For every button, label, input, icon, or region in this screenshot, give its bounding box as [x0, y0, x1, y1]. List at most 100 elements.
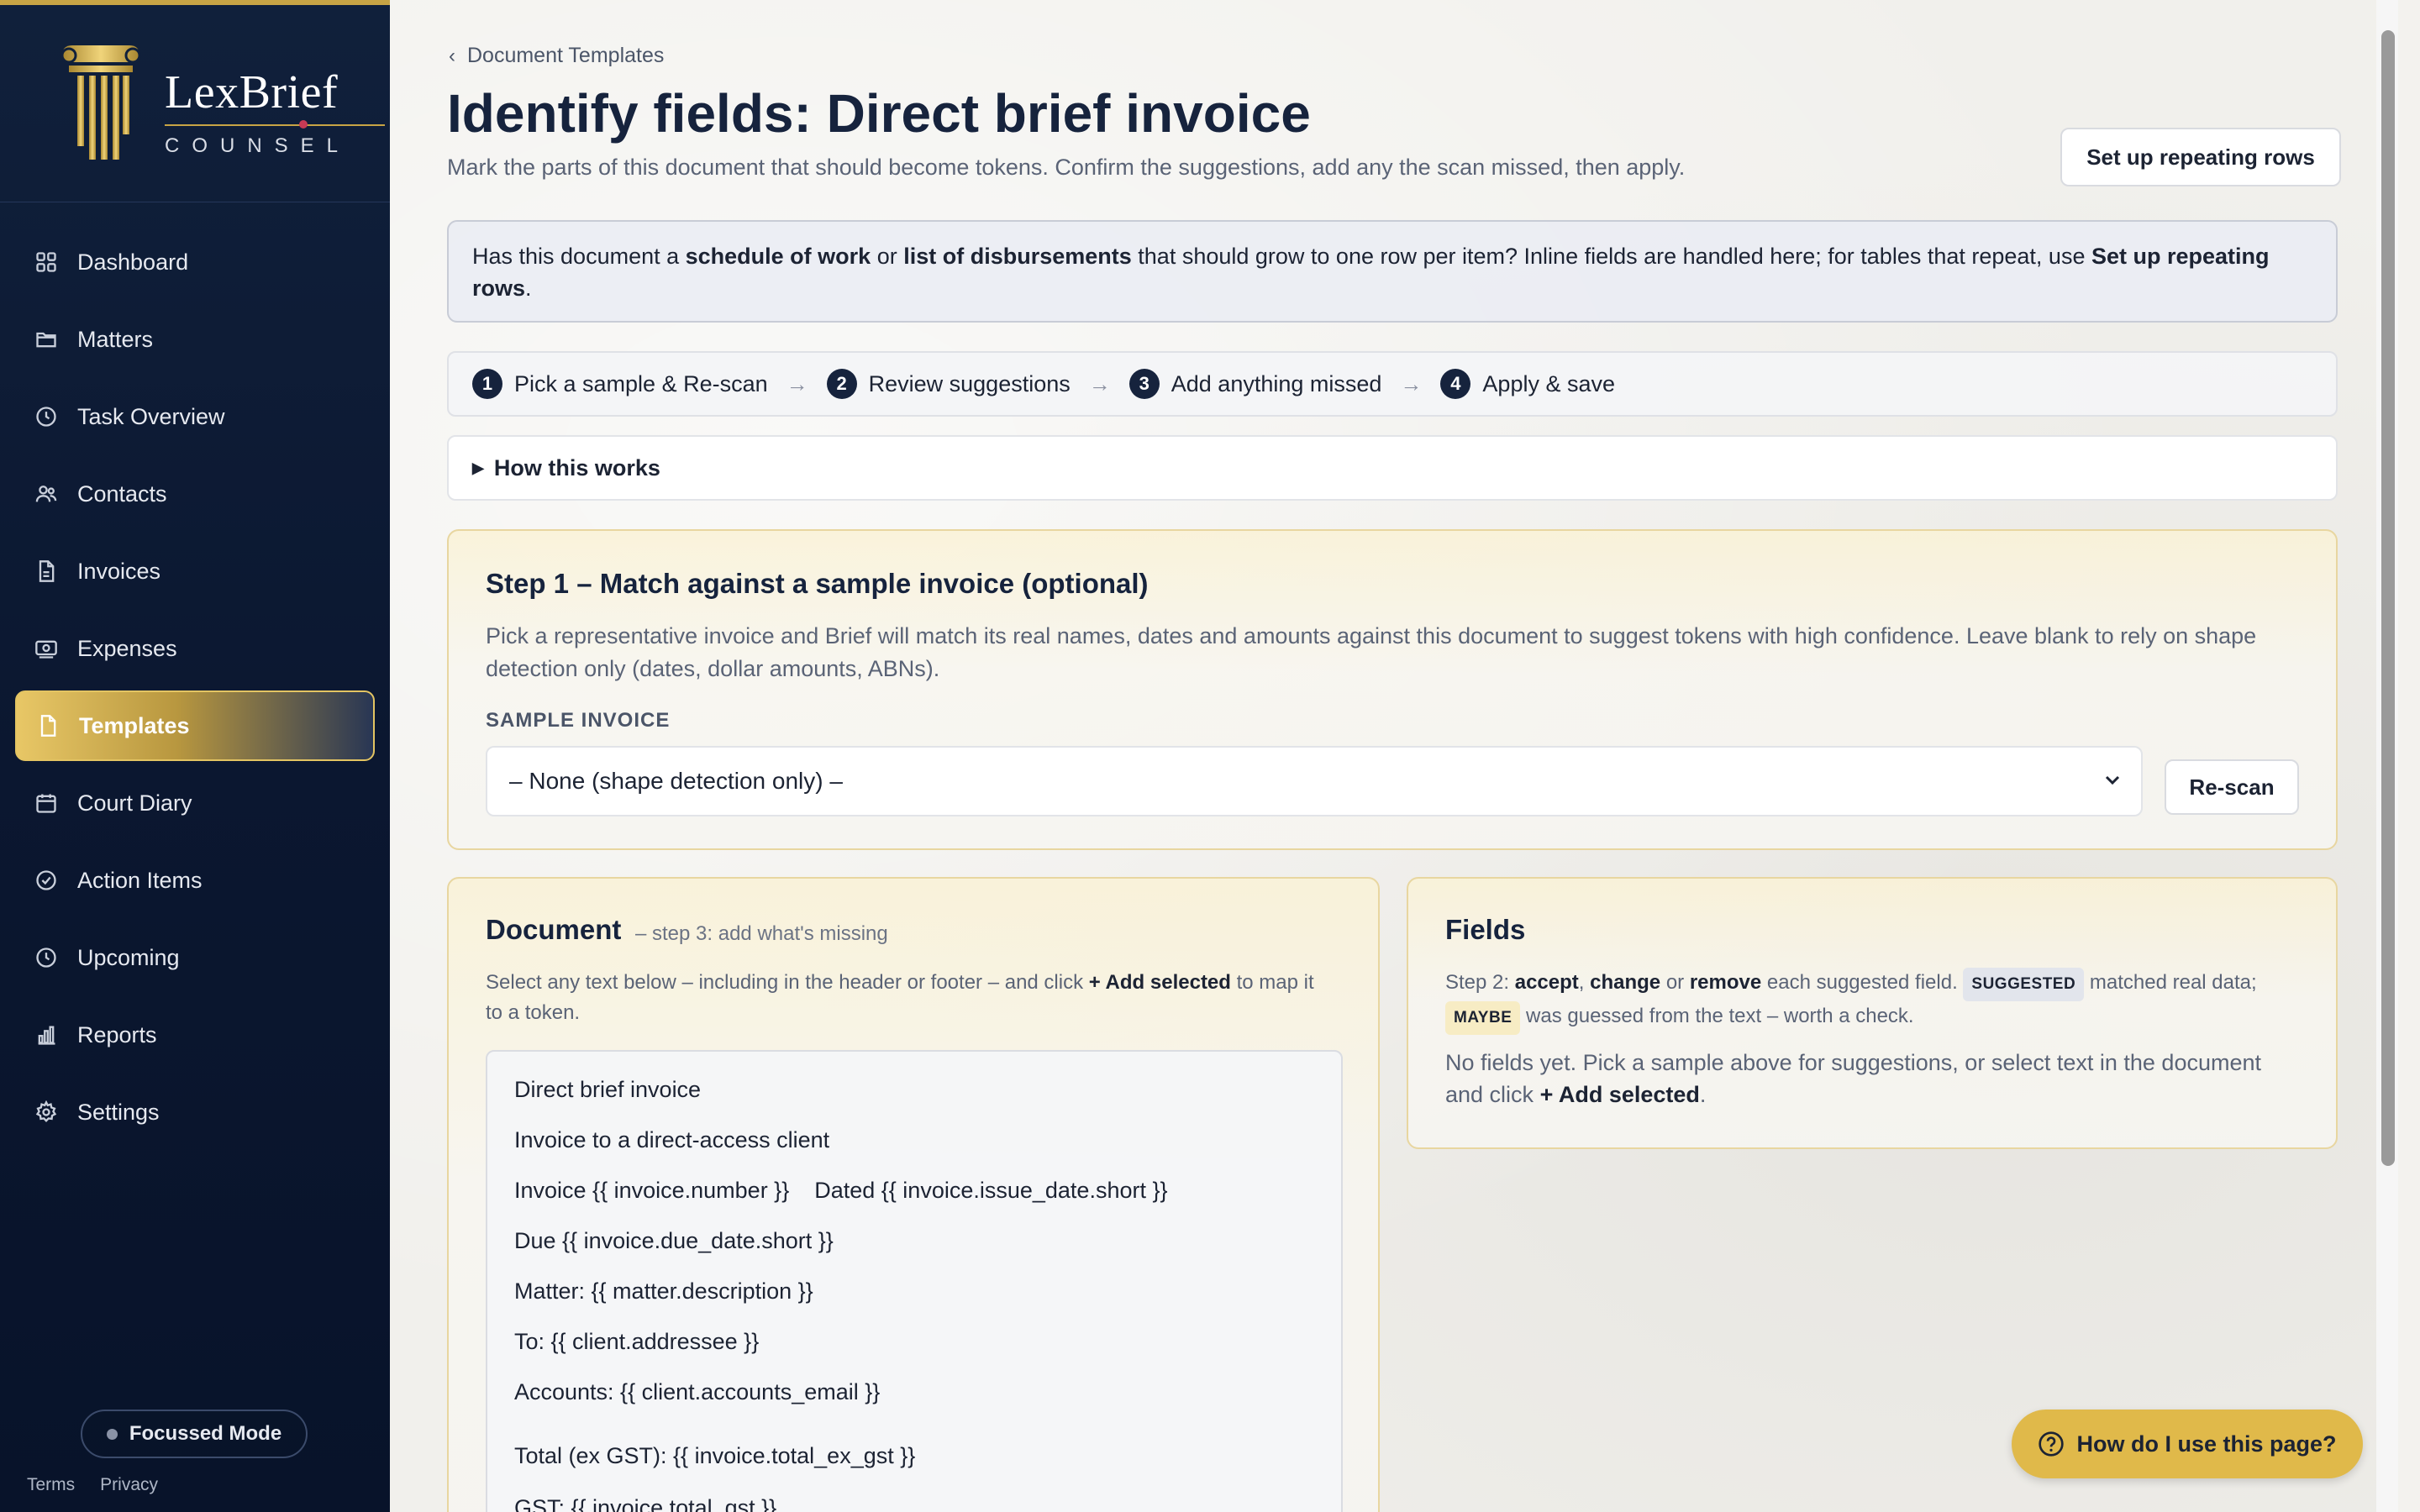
sidebar-item-label: Upcoming — [77, 944, 180, 970]
brand-logo[interactable]: LexBrief COUNSEL — [57, 44, 385, 170]
sidebar-item-label: Templates — [79, 712, 190, 738]
arrow-right-icon: → — [1088, 370, 1111, 396]
document-title: Document — [486, 914, 622, 945]
document-line[interactable]: Invoice to a direct-access client — [514, 1127, 829, 1153]
sidebar-item-label: Invoices — [77, 558, 161, 584]
folder-icon — [34, 327, 59, 352]
privacy-link[interactable]: Privacy — [100, 1475, 158, 1495]
sidebar-item-label: Expenses — [77, 635, 177, 661]
help-label: How do I use this page? — [2076, 1431, 2337, 1457]
desc-text: was guessed from the text – worth a chec… — [1520, 1005, 1914, 1027]
select-value: – None (shape detection only) – — [509, 768, 843, 794]
step-label: Add anything missed — [1171, 370, 1382, 396]
sample-invoice-select[interactable]: – None (shape detection only) – — [486, 746, 2143, 816]
brand-rule — [165, 124, 385, 126]
desc-text: Select any text below – including in the… — [486, 971, 1089, 994]
how-this-works-label: How this works — [493, 454, 660, 480]
fields-panel: Fields Step 2: accept, change or remove … — [1407, 877, 2338, 1149]
arrow-right-icon: → — [786, 370, 808, 396]
arrow-right-icon: → — [1400, 370, 1423, 396]
notice-bold: schedule of work — [685, 244, 871, 269]
chevron-down-icon — [2105, 775, 2120, 785]
step-1: 1 Pick a sample & Re-scan — [472, 369, 768, 399]
step-number: 2 — [826, 369, 857, 399]
sidebar-item-reports[interactable]: Reports — [15, 1000, 375, 1070]
how-this-works-disclosure[interactable]: ▶ How this works — [447, 435, 2338, 501]
scrollbar[interactable] — [2376, 0, 2398, 1512]
re-scan-button[interactable]: Re-scan — [2165, 759, 2299, 815]
desc-text: matched real data; — [2084, 971, 2257, 994]
document-line[interactable]: Due {{ invoice.due_date.short }} — [514, 1228, 834, 1254]
sidebar-item-task-overview[interactable]: Task Overview — [15, 381, 375, 452]
sidebar-item-label: Task Overview — [77, 403, 225, 429]
sidebar-item-court-diary[interactable]: Court Diary — [15, 768, 375, 838]
step1-panel: Step 1 – Match against a sample invoice … — [447, 529, 2338, 850]
sidebar-item-settings[interactable]: Settings — [15, 1077, 375, 1147]
document-line[interactable]: Accounts: {{ client.accounts_email }} — [514, 1379, 880, 1405]
sidebar-item-invoices[interactable]: Invoices — [15, 536, 375, 606]
contacts-icon — [34, 481, 59, 507]
focussed-mode-toggle[interactable]: Focussed Mode — [81, 1410, 308, 1458]
terms-link[interactable]: Terms — [27, 1475, 75, 1495]
document-line[interactable]: Total (ex GST): {{ invoice.total_ex_gst … — [514, 1443, 915, 1469]
step1-description: Pick a representative invoice and Brief … — [486, 623, 2257, 681]
fields-empty-state: No fields yet. Pick a sample above for s… — [1445, 1047, 2302, 1110]
sidebar-footer: Terms Privacy — [27, 1475, 158, 1495]
document-hint: – step 3: add what's missing — [635, 922, 888, 945]
notice-bold: list of disbursements — [903, 244, 1132, 269]
notice-text: or — [871, 244, 904, 269]
brand-dot — [299, 120, 308, 129]
column-logo-icon — [60, 45, 141, 160]
step-number: 3 — [1128, 369, 1160, 399]
sidebar-item-dashboard[interactable]: Dashboard — [15, 227, 375, 297]
clock-icon — [34, 404, 59, 429]
sidebar-item-upcoming[interactable]: Upcoming — [15, 922, 375, 993]
help-button[interactable]: How do I use this page? — [2012, 1410, 2363, 1478]
sidebar-item-expenses[interactable]: Expenses — [15, 613, 375, 684]
sidebar-item-label: Court Diary — [77, 790, 192, 816]
sidebar-item-templates[interactable]: Templates — [15, 690, 375, 761]
dashboard-icon — [34, 249, 59, 275]
document-line[interactable]: Invoice {{ invoice.number }} Dated {{ in… — [514, 1178, 1168, 1204]
fields-title: Fields — [1445, 914, 1526, 945]
question-circle-icon — [2039, 1431, 2065, 1457]
status-dot — [106, 1428, 118, 1440]
chevron-left-icon: ‹ — [449, 44, 455, 67]
step-number: 4 — [1440, 369, 1471, 399]
main-content: ‹ Document Templates Identify fields: Di… — [390, 0, 2398, 1512]
notice-text: that should grow to one row per item? In… — [1131, 244, 2091, 269]
step-number: 1 — [472, 369, 502, 399]
calendar-icon — [34, 790, 59, 816]
add-selected-text: + Add selected — [1539, 1082, 1700, 1107]
page-title: Identify fields: Direct brief invoice — [447, 83, 1311, 144]
breadcrumb[interactable]: ‹ Document Templates — [449, 44, 664, 68]
step-progress: 1 Pick a sample & Re-scan → 2 Review sug… — [447, 351, 2338, 417]
check-circle-icon — [34, 868, 59, 893]
brand-tagline: COUNSEL — [165, 134, 351, 157]
accept-text: accept — [1514, 971, 1579, 994]
desc-text: , — [1578, 971, 1591, 994]
repeating-rows-notice: Has this document a schedule of work or … — [447, 220, 2338, 323]
clock-icon — [34, 945, 59, 970]
desc-text: or — [1660, 971, 1690, 994]
desc-text: each suggested field. — [1761, 971, 1964, 994]
maybe-badge: MAYBE — [1445, 1001, 1521, 1035]
sidebar-item-contacts[interactable]: Contacts — [15, 459, 375, 529]
brand-name: LexBrief — [165, 66, 339, 118]
scrollbar-thumb[interactable] — [2381, 30, 2395, 1166]
document-line[interactable]: Matter: {{ matter.description }} — [514, 1278, 813, 1305]
step-label: Apply & save — [1482, 370, 1616, 396]
document-line[interactable]: Direct brief invoice — [514, 1077, 701, 1103]
notice-text: Has this document a — [472, 244, 686, 269]
document-line[interactable]: GST: {{ invoice.total_gst }} — [514, 1495, 776, 1512]
sidebar-item-action-items[interactable]: Action Items — [15, 845, 375, 916]
step-4: 4 Apply & save — [1440, 369, 1615, 399]
empty-text: . — [1699, 1082, 1707, 1107]
breadcrumb-link[interactable]: Document Templates — [467, 44, 664, 68]
set-up-repeating-rows-button[interactable]: Set up repeating rows — [2060, 128, 2341, 186]
money-icon — [34, 636, 59, 661]
document-icon — [34, 559, 59, 584]
document-preview[interactable]: Direct brief invoice Invoice to a direct… — [486, 1050, 1343, 1512]
document-line[interactable]: To: {{ client.addressee }} — [514, 1329, 759, 1355]
sidebar-item-matters[interactable]: Matters — [15, 304, 375, 375]
